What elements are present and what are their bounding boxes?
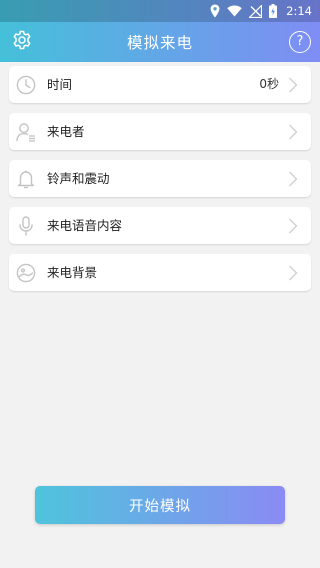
chevron-right-icon <box>288 265 298 281</box>
settings-item-voice[interactable]: 来电语音内容 <box>9 207 311 244</box>
settings-item-caller[interactable]: 来电者 <box>9 113 311 150</box>
clock-icon <box>15 74 36 95</box>
start-simulation-label: 开始模拟 <box>129 498 191 515</box>
location-icon <box>210 4 220 18</box>
no-signal-icon <box>249 4 263 18</box>
wifi-icon <box>227 5 242 17</box>
settings-item-label: 来电语音内容 <box>47 218 123 233</box>
settings-item-label: 时间 <box>47 77 73 92</box>
settings-list: 时间 0秒 来电者 铃声和震动 来电语音内容 来电背景 <box>9 66 311 301</box>
chevron-right-icon <box>288 124 298 140</box>
battery-charging-icon <box>269 4 278 18</box>
chevron-right-icon <box>288 171 298 187</box>
status-bar: 2:14 <box>0 0 320 22</box>
settings-item-background[interactable]: 来电背景 <box>9 254 311 291</box>
help-glyph: ? <box>296 34 304 49</box>
contact-icon <box>15 121 36 142</box>
start-simulation-button[interactable]: 开始模拟 <box>35 486 285 524</box>
chevron-right-icon <box>288 77 298 93</box>
settings-button[interactable] <box>11 30 33 54</box>
status-time: 2:14 <box>286 4 312 18</box>
image-icon <box>15 262 36 283</box>
chevron-right-icon <box>288 218 298 234</box>
settings-item-label: 来电者 <box>47 124 85 139</box>
settings-item-value: 0秒 <box>259 77 279 91</box>
status-icons: 2:14 <box>210 3 312 19</box>
settings-item-label: 来电背景 <box>47 265 98 280</box>
microphone-icon <box>15 215 36 236</box>
app-bar: 模拟来电 ? <box>0 22 320 62</box>
header: 2:14 模拟来电 ? <box>0 0 320 62</box>
help-icon[interactable]: ? <box>289 31 311 53</box>
app-screen: 2:14 模拟来电 ? 时间 0秒 来电者 铃声和震动 来电语音内容 来电背景 … <box>0 0 320 568</box>
settings-item-time[interactable]: 时间 0秒 <box>9 66 311 103</box>
bell-icon <box>15 168 36 189</box>
gear-icon <box>12 30 32 54</box>
page-title: 模拟来电 <box>126 34 193 52</box>
settings-item-ringtone[interactable]: 铃声和震动 <box>9 160 311 197</box>
settings-item-label: 铃声和震动 <box>47 171 110 186</box>
